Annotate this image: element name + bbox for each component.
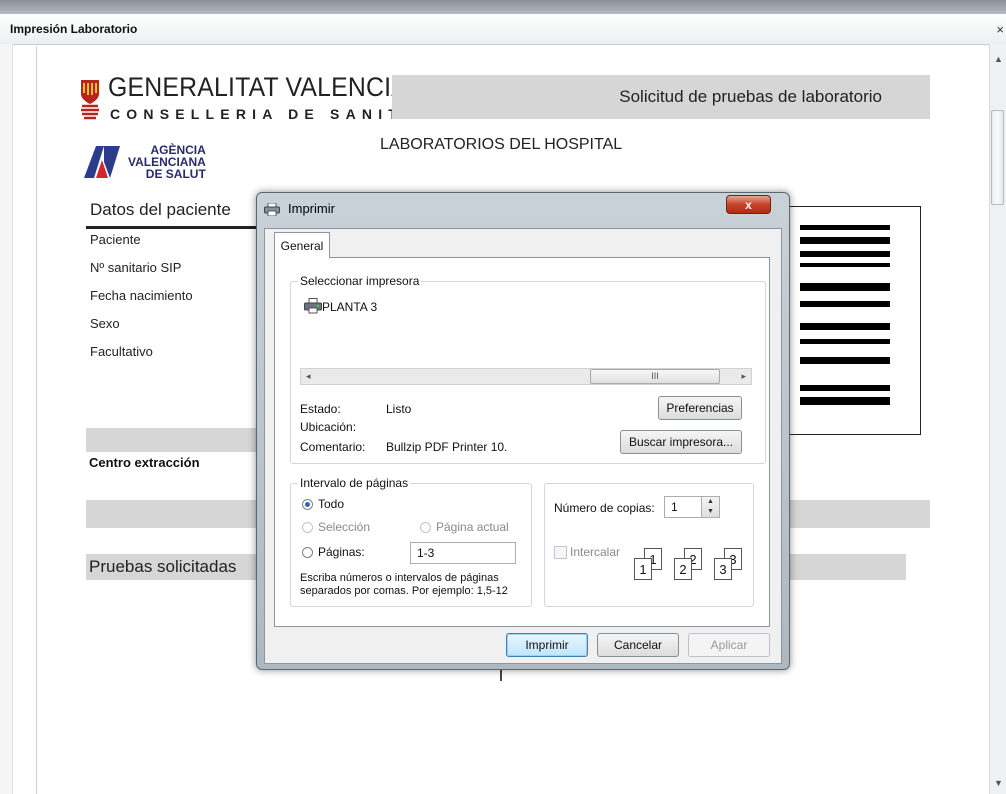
barcode-bar (800, 225, 890, 230)
location-label: Ubicación: (300, 420, 357, 434)
barcode-bar (800, 397, 890, 405)
dialog-close-icon[interactable]: x (726, 195, 771, 214)
comment-label: Comentario: (300, 440, 366, 454)
collate-pages-icon: 1 1 2 2 3 3 (630, 548, 756, 582)
printer-list-hthumb[interactable]: III (590, 369, 720, 384)
background-window-strip (0, 0, 1006, 14)
barcode-bar (800, 301, 890, 307)
barcode-bar (800, 283, 890, 291)
request-title: Solicitud de pruebas de laboratorio (619, 87, 882, 106)
field-physician: Facultativo (90, 344, 153, 359)
request-title-box: Solicitud de pruebas de laboratorio (392, 75, 930, 119)
gray-band-2-left (86, 500, 258, 528)
printer-icon (264, 203, 280, 216)
barcode-box (783, 206, 921, 435)
org-department: CONSELLERIA DE SANITAT (110, 106, 433, 122)
radio-selection (302, 522, 313, 533)
radio-pages[interactable] (302, 547, 313, 558)
scroll-right-icon[interactable]: ▸ (741, 371, 746, 382)
page-range-label: Intervalo de páginas (298, 476, 411, 490)
radio-all[interactable] (302, 499, 313, 510)
tab-general[interactable]: General (274, 232, 330, 258)
collate-page: 2 (674, 558, 692, 580)
field-birthdate: Fecha nacimiento (90, 288, 193, 303)
comment-value: Bullzip PDF Printer 10. (386, 440, 508, 454)
radio-all-label: Todo (318, 497, 345, 511)
field-patient: Paciente (90, 232, 141, 247)
dialog-title: Imprimir (288, 201, 335, 216)
scroll-down-icon[interactable]: ▼ (994, 778, 1003, 788)
radio-pages-label: Páginas: (318, 545, 365, 559)
preferences-button[interactable]: Preferencias (658, 396, 742, 420)
cancel-button[interactable]: Cancelar (597, 633, 679, 657)
barcode-bar (800, 251, 890, 257)
centro-label: Centro extracción (89, 455, 200, 470)
agency-logo-icon (84, 146, 120, 178)
collate-page: 3 (714, 558, 732, 580)
lab-title: LABORATORIOS DEL HOSPITAL (380, 136, 623, 153)
collate-page: 1 (634, 558, 652, 580)
collate-checkbox (554, 546, 567, 559)
barcode-bar (800, 237, 890, 244)
radio-current-page (420, 522, 431, 533)
pruebas-label: Pruebas solicitadas (89, 557, 237, 576)
patient-section-title: Datos del paciente (90, 200, 231, 219)
field-sip: Nº sanitario SIP (90, 260, 182, 275)
gray-band-3-right (780, 554, 906, 580)
select-printer-label: Seleccionar impresora (298, 274, 422, 288)
window-title: Impresión Laboratorio (10, 22, 138, 36)
window-left-edge (0, 44, 13, 794)
scroll-left-icon[interactable]: ◂ (306, 371, 311, 382)
window-titlebar: Impresión Laboratorio × (0, 14, 1006, 45)
scrollbar-thumb[interactable] (991, 110, 1004, 205)
pages-input[interactable]: 1-3 (410, 542, 516, 564)
gray-band-left (86, 428, 258, 452)
find-printer-button[interactable]: Buscar impresora... (620, 430, 742, 454)
pages-hint: Escriba números o intervalos de páginas … (300, 572, 508, 597)
print-button[interactable]: Imprimir (506, 633, 588, 657)
status-label: Estado: (300, 402, 341, 416)
patient-section-rule (86, 226, 262, 229)
gray-band-2-right (780, 500, 930, 528)
copies-label: Número de copias: (554, 501, 655, 515)
barcode-bar (800, 357, 890, 364)
barcode-bar (800, 385, 890, 391)
radio-current-page-label: Página actual (436, 520, 509, 534)
barcode-bar (800, 263, 890, 267)
collate-label: Intercalar (570, 545, 621, 559)
agency-line-3: DE SALUT (145, 167, 206, 181)
radio-selection-label: Selección (318, 520, 371, 534)
scroll-up-icon[interactable]: ▲ (994, 54, 1003, 64)
status-value: Listo (386, 402, 412, 416)
printer-list-item[interactable]: PLANTA 3 (322, 300, 377, 314)
apply-button: Aplicar (688, 633, 770, 657)
agency-name: AGÈNCIA VALENCIANA DE SALUT (128, 144, 206, 180)
generalitat-emblem-icon (81, 80, 99, 120)
window-close-icon[interactable]: × (996, 22, 1004, 37)
barcode-bar (800, 323, 890, 330)
barcode-bar (800, 339, 890, 344)
printer-icon (304, 298, 322, 314)
field-sex: Sexo (90, 316, 120, 331)
copies-spinner-icon[interactable]: ▲ ▼ (701, 497, 719, 517)
